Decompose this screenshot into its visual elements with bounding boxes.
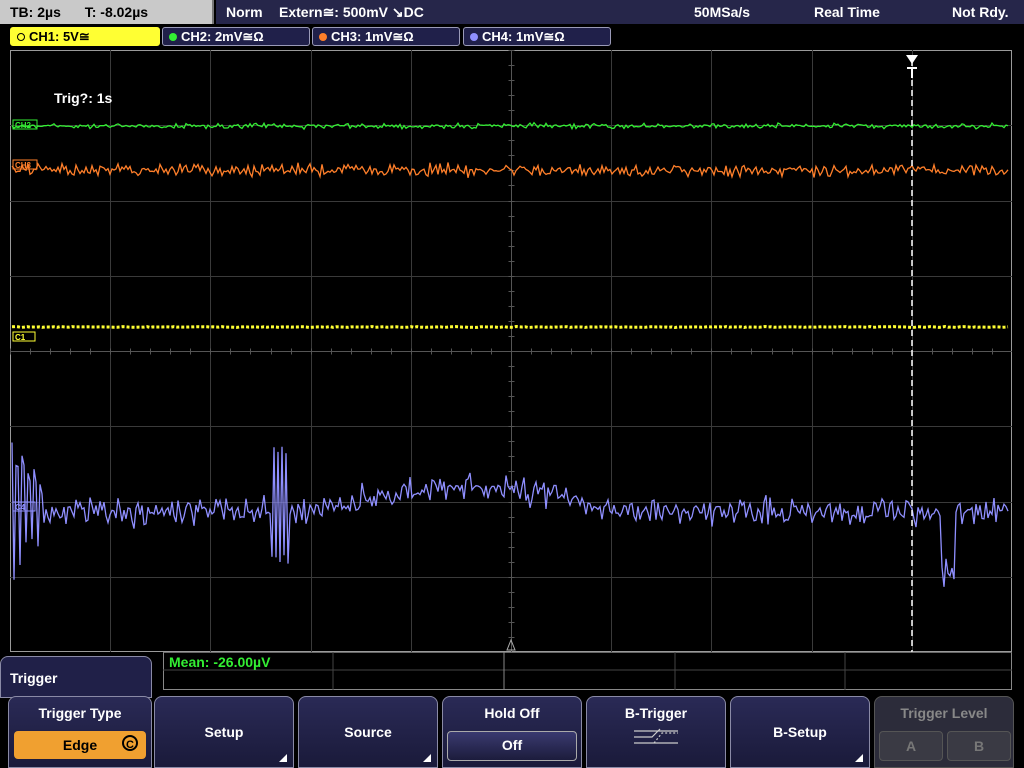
submenu-corner-icon [423, 754, 431, 762]
ch3-marker-label: CH3 [15, 161, 32, 170]
channel-tab-ch4[interactable]: CH4: 1mV≅Ω [463, 27, 611, 46]
hold-off-softkey[interactable]: Hold Off Off [442, 696, 582, 768]
trigger-level-b-button: B [947, 731, 1011, 761]
acq-type: Real Time [814, 4, 880, 20]
channel-tab-ch2[interactable]: CH2: 2mV≅Ω [162, 27, 310, 46]
measurement-panel [163, 652, 1012, 690]
ch3-label: CH3: 1mV≅Ω [331, 29, 414, 44]
trigger-type-label: Trigger Type [38, 705, 122, 721]
setup-softkey[interactable]: Setup [154, 696, 294, 768]
trigger-type-value[interactable]: Edge C [14, 731, 146, 759]
trigger-type-softkey[interactable]: Trigger Type Edge C [8, 696, 152, 768]
channel-tab-ch1[interactable]: CH1: 5V≅ [10, 27, 160, 46]
ch4-indicator-icon [470, 33, 478, 41]
ch1-indicator-icon [17, 33, 25, 41]
measurement-grid [163, 652, 1012, 690]
ch1-label: CH1: 5V≅ [29, 29, 90, 44]
hold-off-value[interactable]: Off [447, 731, 577, 761]
ch2-indicator-icon [169, 33, 177, 41]
acq-mode: Norm [226, 4, 263, 20]
source-label: Source [344, 724, 392, 740]
waveform-display[interactable]: CH2 CH3 C1 C4 Trig?: 1s [10, 50, 1012, 652]
ch4-label: CH4: 1mV≅Ω [482, 29, 565, 44]
ch2-label: CH2: 2mV≅Ω [181, 29, 264, 44]
ch3-indicator-icon [319, 33, 327, 41]
sample-rate: 50MSa/s [694, 4, 751, 20]
b-trigger-icon [634, 728, 678, 744]
status-bar: TB: 2µs T: -8.02µs Norm Extern≅: 500mV ↘… [0, 0, 1024, 25]
menu-title: Trigger [0, 656, 152, 698]
rotary-knob-icon: C [122, 735, 138, 751]
setup-label: Setup [204, 724, 244, 740]
trigger-level-a-button: A [879, 731, 943, 761]
channel-tab-ch3[interactable]: CH3: 1mV≅Ω [312, 27, 460, 46]
source-softkey[interactable]: Source [298, 696, 438, 768]
b-setup-label: B-Setup [773, 724, 827, 740]
submenu-corner-icon [279, 754, 287, 762]
timebase-readout[interactable]: TB: 2µs T: -8.02µs [0, 0, 214, 24]
timebase-value: TB: 2µs [10, 4, 61, 20]
time-offset-value: T: -8.02µs [84, 4, 149, 20]
trigger-info: Extern≅: 500mV ↘DC [279, 4, 424, 20]
ch2-marker-label: CH2 [15, 121, 32, 130]
b-trigger-label: B-Trigger [624, 705, 688, 721]
b-trigger-softkey[interactable]: B-Trigger [586, 696, 726, 768]
measurement-mean: Mean: -26.00µV [169, 654, 271, 670]
trigger-level-label: Trigger Level [900, 705, 988, 721]
submenu-corner-icon [855, 754, 863, 762]
ch1-trace [11, 324, 1009, 330]
acquisition-info: Norm Extern≅: 500mV ↘DC 50MSa/s Real Tim… [216, 0, 1024, 24]
trigger-type-value-text: Edge [62, 737, 98, 753]
ch1-marker-label: C1 [15, 333, 26, 342]
trigger-level-softkey: Trigger Level A B [874, 696, 1014, 768]
trigger-status: Not Rdy. [952, 4, 1009, 20]
hold-off-label: Hold Off [484, 705, 540, 721]
trigger-readout: Trig?: 1s [54, 90, 113, 106]
ch4-marker-label: C4 [15, 503, 26, 512]
b-setup-softkey[interactable]: B-Setup [730, 696, 870, 768]
